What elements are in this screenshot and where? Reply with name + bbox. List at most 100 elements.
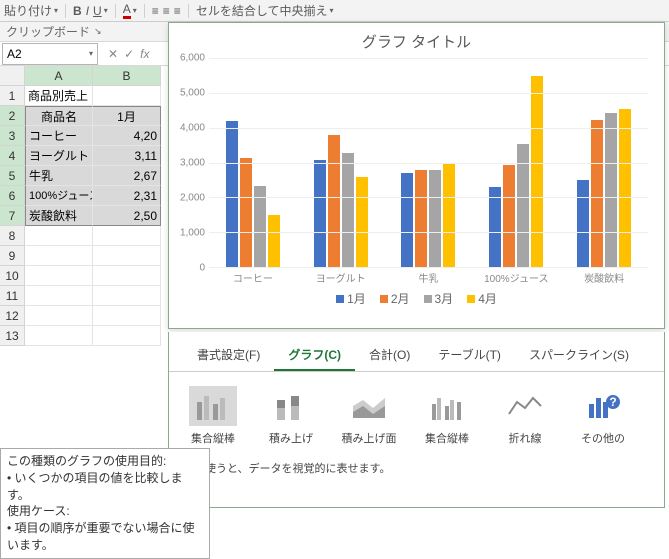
col-header-a[interactable]: A — [25, 66, 93, 86]
chart-type-clustered-column-2[interactable]: 集合縦棒 — [417, 386, 477, 446]
stacked-column-icon — [267, 386, 315, 426]
bar — [415, 170, 427, 267]
bar — [605, 113, 617, 267]
row-header[interactable]: 11 — [0, 286, 25, 306]
cell[interactable] — [93, 326, 161, 346]
row-header[interactable]: 4 — [0, 146, 25, 166]
bar — [226, 121, 238, 267]
ribbon: 貼り付け▾ B I U▾ A▾ ≡ ≡ ≡ セルを結合して中央揃え▾ — [0, 0, 669, 22]
row-header[interactable]: 12 — [0, 306, 25, 326]
cell[interactable] — [93, 246, 161, 266]
row-header[interactable]: 5 — [0, 166, 25, 186]
cell[interactable]: 商品名 — [25, 106, 93, 126]
cell[interactable]: 2,67 — [93, 166, 161, 186]
cell[interactable] — [25, 326, 93, 346]
bar — [591, 120, 603, 267]
cell[interactable]: コーヒー — [25, 126, 93, 146]
bar-group — [577, 109, 631, 267]
bar-group — [226, 121, 280, 267]
legend-item: 1月 — [336, 290, 366, 307]
cell[interactable] — [93, 286, 161, 306]
cell[interactable] — [25, 226, 93, 246]
stacked-area-icon — [345, 386, 393, 426]
bar — [429, 170, 441, 267]
cell[interactable]: 2,31 — [93, 186, 161, 206]
bar — [619, 109, 631, 267]
col-header-b[interactable]: B — [93, 66, 161, 86]
chart-title: グラフ タイトル — [169, 31, 664, 52]
bar-group — [401, 163, 455, 267]
cell[interactable]: ヨーグルト — [25, 146, 93, 166]
fx-icon[interactable]: fx — [140, 47, 149, 61]
legend-item: 2月 — [380, 290, 410, 307]
cell[interactable]: 炭酸飲料 — [25, 206, 93, 226]
bar-group — [489, 76, 543, 267]
cell[interactable] — [93, 306, 161, 326]
chart-type-line[interactable]: 折れ線 — [495, 386, 555, 446]
row-header[interactable]: 9 — [0, 246, 25, 266]
chart-legend: 1月2月3月4月 — [169, 290, 664, 307]
underline-button[interactable]: U▾ — [93, 4, 108, 18]
align-left-button[interactable]: ≡ — [152, 4, 159, 18]
cell[interactable]: 3,11 — [93, 146, 161, 166]
cell[interactable]: 4,20 — [93, 126, 161, 146]
row-header[interactable]: 7 — [0, 206, 25, 226]
tab-format[interactable]: 書式設定(F) — [183, 340, 274, 371]
cell[interactable] — [25, 306, 93, 326]
row-header[interactable]: 2 — [0, 106, 25, 126]
cell[interactable]: 2,50 — [93, 206, 161, 226]
row-header[interactable]: 6 — [0, 186, 25, 206]
italic-button[interactable]: I — [86, 4, 89, 18]
tab-chart[interactable]: グラフ(C) — [274, 340, 355, 371]
bar — [489, 187, 501, 267]
select-all-corner[interactable] — [0, 66, 25, 86]
chart-plot — [209, 58, 648, 268]
chart-x-axis: コーヒーヨーグルト牛乳100%ジュース炭酸飲料 — [209, 270, 648, 288]
merge-cells-button[interactable]: セルを結合して中央揃え▾ — [196, 2, 334, 19]
quick-analysis-tabs: 書式設定(F) グラフ(C) 合計(O) テーブル(T) スパークライン(S) — [169, 332, 664, 372]
cell[interactable] — [93, 86, 161, 106]
align-center-button[interactable]: ≡ — [163, 4, 170, 18]
cell[interactable]: 商品別売上 — [25, 86, 93, 106]
chart-preview[interactable]: グラフ タイトル 01,0002,0003,0004,0005,0006,000… — [168, 22, 665, 329]
row-header[interactable]: 13 — [0, 326, 25, 346]
chart-type-stacked-area[interactable]: 積み上げ面 — [339, 386, 399, 446]
bar — [356, 177, 368, 267]
tab-sparkline[interactable]: スパークライン(S) — [515, 340, 643, 371]
dialog-launcher-icon[interactable]: ↘ — [94, 26, 102, 37]
chart-type-stacked-column[interactable]: 積み上げ — [261, 386, 321, 446]
name-box[interactable]: A2▾ — [2, 43, 98, 65]
more-charts-icon: ? — [579, 386, 627, 426]
chart-type-more[interactable]: ? その他の — [573, 386, 633, 446]
cancel-icon[interactable]: ✕ — [108, 47, 118, 61]
bar — [577, 180, 589, 267]
cell[interactable]: 1月 — [93, 106, 161, 126]
align-right-button[interactable]: ≡ — [174, 4, 181, 18]
paste-group[interactable]: 貼り付け▾ — [4, 2, 58, 19]
bar-group — [314, 135, 368, 267]
clustered-column-icon — [423, 386, 471, 426]
cell[interactable]: 100%ジュース — [25, 186, 93, 206]
row-header[interactable]: 10 — [0, 266, 25, 286]
quick-analysis-description: フを使うと、データを視覚的に表せます。 — [169, 452, 664, 484]
chart-type-clustered-column[interactable]: 集合縦棒 — [183, 386, 243, 446]
bar — [328, 135, 340, 267]
cell[interactable] — [25, 266, 93, 286]
bold-button[interactable]: B — [73, 4, 82, 18]
cell[interactable] — [93, 226, 161, 246]
bar — [314, 160, 326, 267]
bar — [401, 173, 413, 267]
row-header[interactable]: 8 — [0, 226, 25, 246]
cell[interactable] — [25, 286, 93, 306]
row-header[interactable]: 3 — [0, 126, 25, 146]
bar — [268, 215, 280, 267]
chart-y-axis: 01,0002,0003,0004,0005,0006,000 — [175, 58, 205, 268]
cell[interactable] — [93, 266, 161, 286]
cell[interactable]: 牛乳 — [25, 166, 93, 186]
tab-total[interactable]: 合計(O) — [355, 340, 424, 371]
cell[interactable] — [25, 246, 93, 266]
tab-table[interactable]: テーブル(T) — [424, 340, 515, 371]
font-color-button[interactable]: A▾ — [123, 2, 137, 19]
row-header[interactable]: 1 — [0, 86, 25, 106]
confirm-icon[interactable]: ✓ — [124, 47, 134, 61]
